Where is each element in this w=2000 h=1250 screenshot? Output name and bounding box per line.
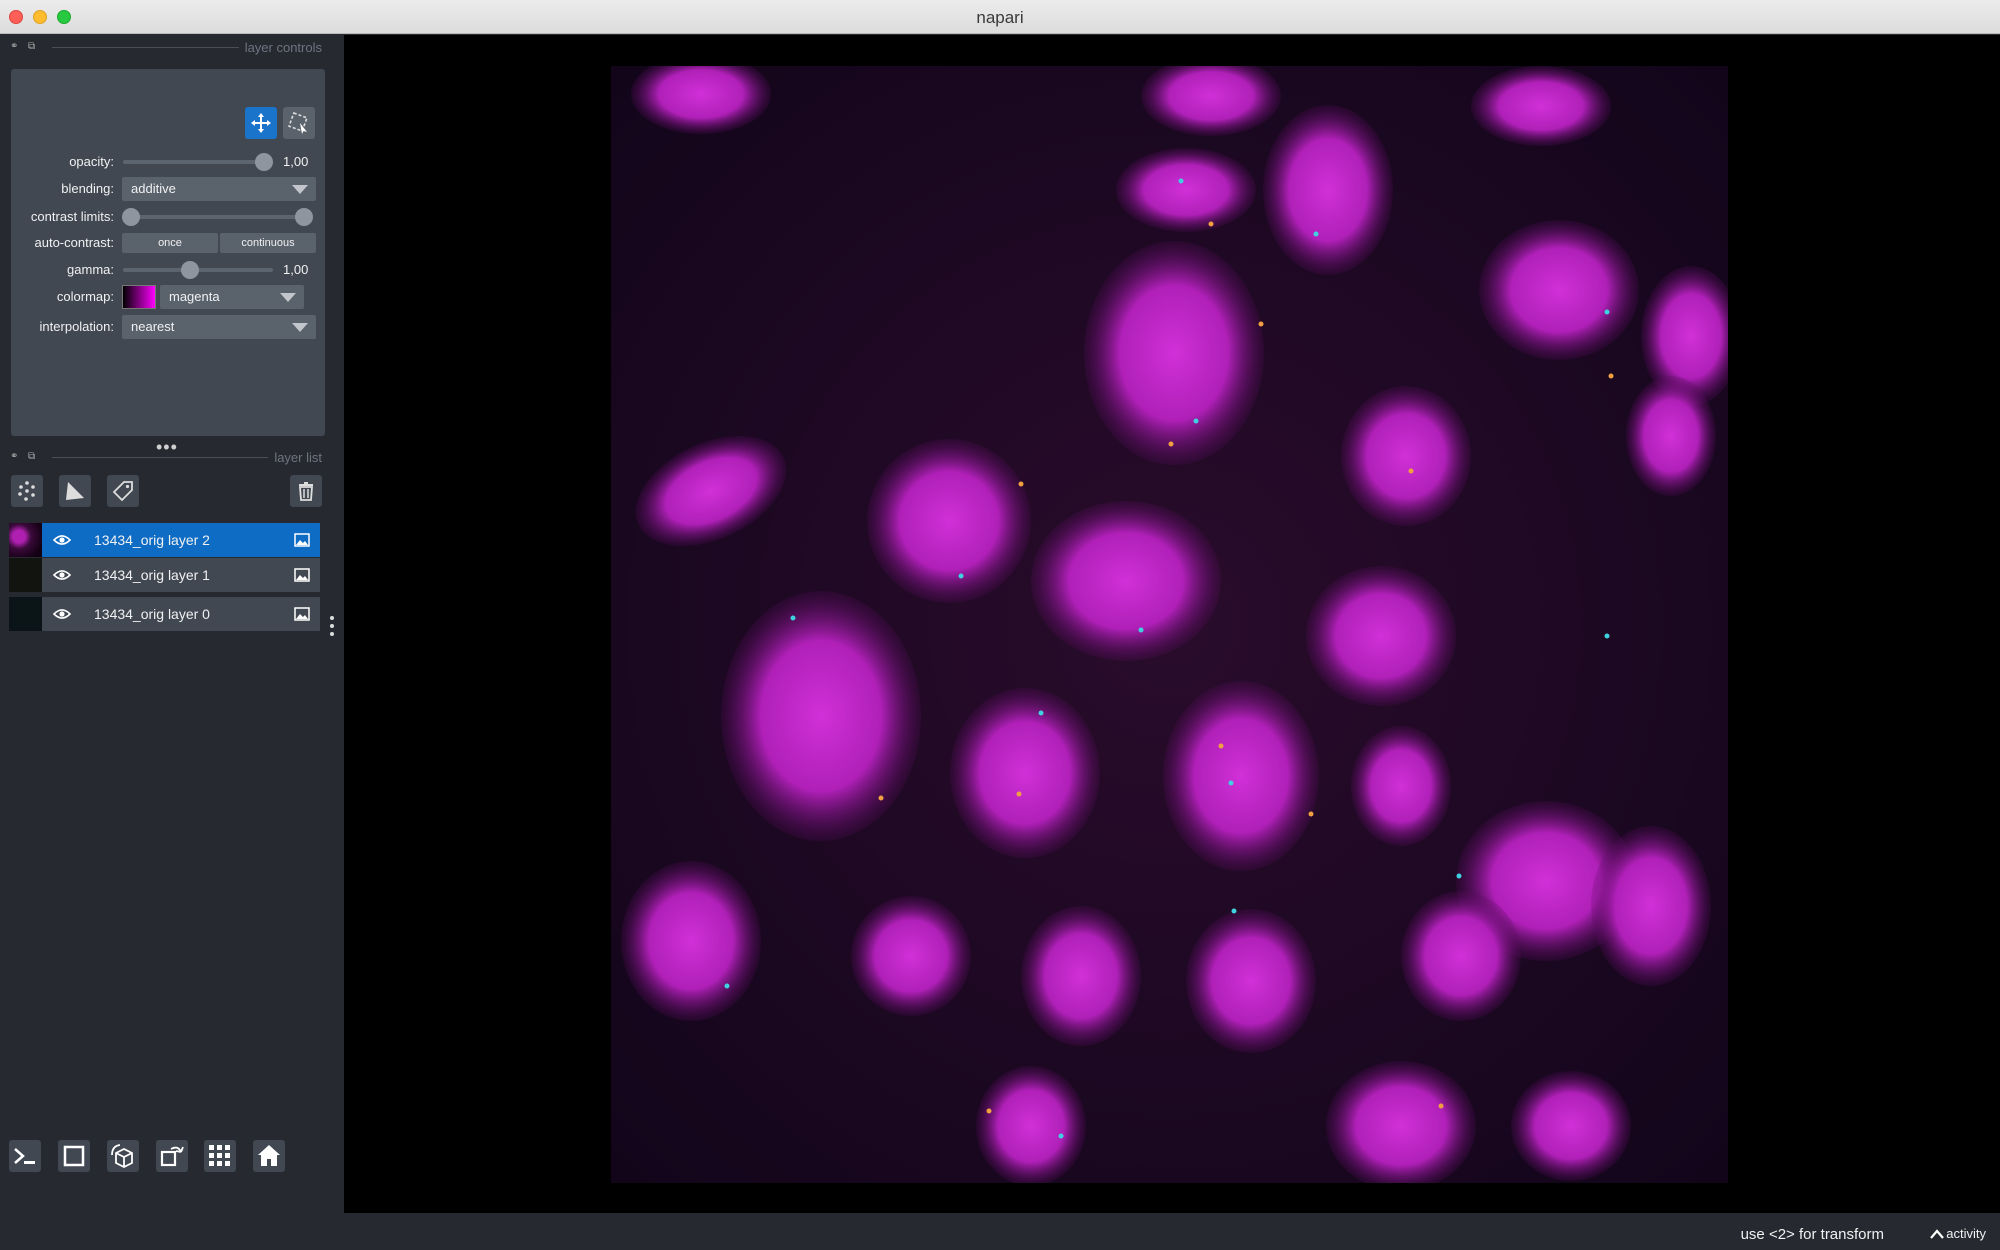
contrast-limits-slider-track[interactable] <box>129 215 309 219</box>
microscopy-image[interactable] <box>611 66 1728 1183</box>
colormap-swatch[interactable] <box>122 285 156 309</box>
transform-icon <box>288 112 308 134</box>
float-dock-icon[interactable]: ⚭ <box>10 452 20 462</box>
home-button[interactable] <box>253 1140 285 1172</box>
layer-controls-panel: opacity: 1,00 blending: additive contras… <box>11 69 325 436</box>
layer-thumbnail <box>9 597 42 631</box>
console-icon <box>14 1148 35 1164</box>
layer-row[interactable]: 13434_orig layer 2 <box>9 523 320 557</box>
ndisplay-button[interactable] <box>58 1140 90 1172</box>
eye-icon[interactable] <box>53 606 71 622</box>
contrast-limits-row: contrast limits: <box>11 205 325 229</box>
transform-button[interactable] <box>283 107 315 139</box>
blending-label: blending: <box>61 181 114 196</box>
chevron-down-icon <box>292 185 308 194</box>
gamma-slider-handle[interactable] <box>181 261 199 279</box>
layer-thumbnail <box>9 558 42 592</box>
activity-button[interactable]: activity <box>1930 1226 1986 1241</box>
layer-thumbnail <box>9 523 42 557</box>
new-shapes-layer-button[interactable] <box>59 475 91 507</box>
new-labels-layer-button[interactable] <box>107 475 139 507</box>
layer-list-header: ⚭ ⧉ layer list <box>10 447 322 467</box>
contrast-limits-label: contrast limits: <box>30 209 114 224</box>
image-icon <box>294 607 310 621</box>
eye-icon[interactable] <box>53 567 71 583</box>
grid-icon <box>209 1145 230 1166</box>
close-dock-icon[interactable]: ⧉ <box>28 42 38 52</box>
new-labels-icon <box>112 481 133 502</box>
gamma-label: gamma: <box>67 262 114 277</box>
colormap-label: colormap: <box>56 289 114 304</box>
layer-name: 13434_orig layer 1 <box>94 567 210 583</box>
interpolation-row: interpolation: nearest <box>11 315 325 339</box>
console-button[interactable] <box>9 1140 41 1172</box>
blending-value: additive <box>131 181 176 196</box>
interpolation-label: interpolation: <box>39 319 114 334</box>
roll-icon <box>111 1144 133 1169</box>
home-icon <box>258 1145 280 1166</box>
opacity-value: 1,00 <box>283 154 309 169</box>
more-options-icon[interactable] <box>330 615 334 637</box>
auto-contrast-once-button[interactable]: once <box>122 233 218 253</box>
opacity-row: opacity: 1,00 <box>11 150 325 174</box>
blending-row: blending: additive <box>11 177 325 201</box>
ndisplay-icon <box>63 1145 85 1167</box>
new-shapes-icon <box>66 482 84 500</box>
delete-layer-button[interactable] <box>290 475 322 507</box>
contrast-limits-min-handle[interactable] <box>122 208 140 226</box>
interpolation-select[interactable]: nearest <box>122 315 316 339</box>
chevron-down-icon <box>292 323 308 332</box>
eye-icon[interactable] <box>53 532 71 548</box>
layer-controls-header: ⚭ ⧉ layer controls <box>10 37 322 57</box>
colormap-row: colormap: magenta <box>11 285 325 309</box>
roll-button[interactable] <box>107 1140 139 1172</box>
opacity-label: opacity: <box>69 154 114 169</box>
layer-name: 13434_orig layer 2 <box>94 532 210 548</box>
colormap-select[interactable]: magenta <box>160 285 304 309</box>
gamma-row: gamma: 1,00 <box>11 258 325 282</box>
pan-zoom-icon <box>251 113 271 133</box>
layer-name: 13434_orig layer 0 <box>94 606 210 622</box>
pan-zoom-button[interactable] <box>245 107 277 139</box>
window-title: napari <box>976 8 1024 27</box>
viewer-canvas[interactable] <box>344 35 2000 1213</box>
chevron-up-icon <box>1930 1228 1945 1239</box>
status-message: use <2> for transform <box>1740 1226 1884 1243</box>
left-dock: ⚭ ⧉ layer controls opacity: 1,00 blendin… <box>0 35 342 1215</box>
chevron-down-icon <box>280 293 296 302</box>
layer-row[interactable]: 13434_orig layer 0 <box>9 597 320 631</box>
transpose-icon <box>160 1146 184 1167</box>
activity-label: activity <box>1946 1226 1986 1241</box>
image-icon <box>294 533 310 547</box>
auto-contrast-label: auto-contrast: <box>34 235 115 250</box>
grid-view-button[interactable] <box>204 1140 236 1172</box>
header-divider <box>52 456 269 458</box>
delete-icon <box>299 482 313 501</box>
blending-select[interactable]: additive <box>122 177 316 201</box>
window-titlebar: napari <box>0 0 2000 34</box>
transpose-button[interactable] <box>156 1140 188 1172</box>
gamma-value: 1,00 <box>283 262 309 277</box>
colormap-value: magenta <box>169 289 220 304</box>
new-points-layer-button[interactable] <box>11 475 43 507</box>
new-points-icon <box>18 481 35 501</box>
float-dock-icon[interactable]: ⚭ <box>10 42 20 52</box>
layer-list-title: layer list <box>274 449 322 465</box>
contrast-limits-max-handle[interactable] <box>295 208 313 226</box>
image-icon <box>294 568 310 582</box>
auto-contrast-continuous-button[interactable]: continuous <box>220 233 316 253</box>
interpolation-value: nearest <box>131 319 175 334</box>
opacity-slider-track[interactable] <box>123 160 265 164</box>
layer-controls-title: layer controls <box>244 39 322 55</box>
layer-row[interactable]: 13434_orig layer 1 <box>9 558 320 592</box>
status-bar: use <2> for transform activity <box>0 1215 2000 1250</box>
auto-contrast-row: auto-contrast: once continuous <box>11 231 325 255</box>
opacity-slider-handle[interactable] <box>255 153 273 171</box>
close-dock-icon[interactable]: ⧉ <box>28 452 38 462</box>
header-divider <box>52 46 239 48</box>
